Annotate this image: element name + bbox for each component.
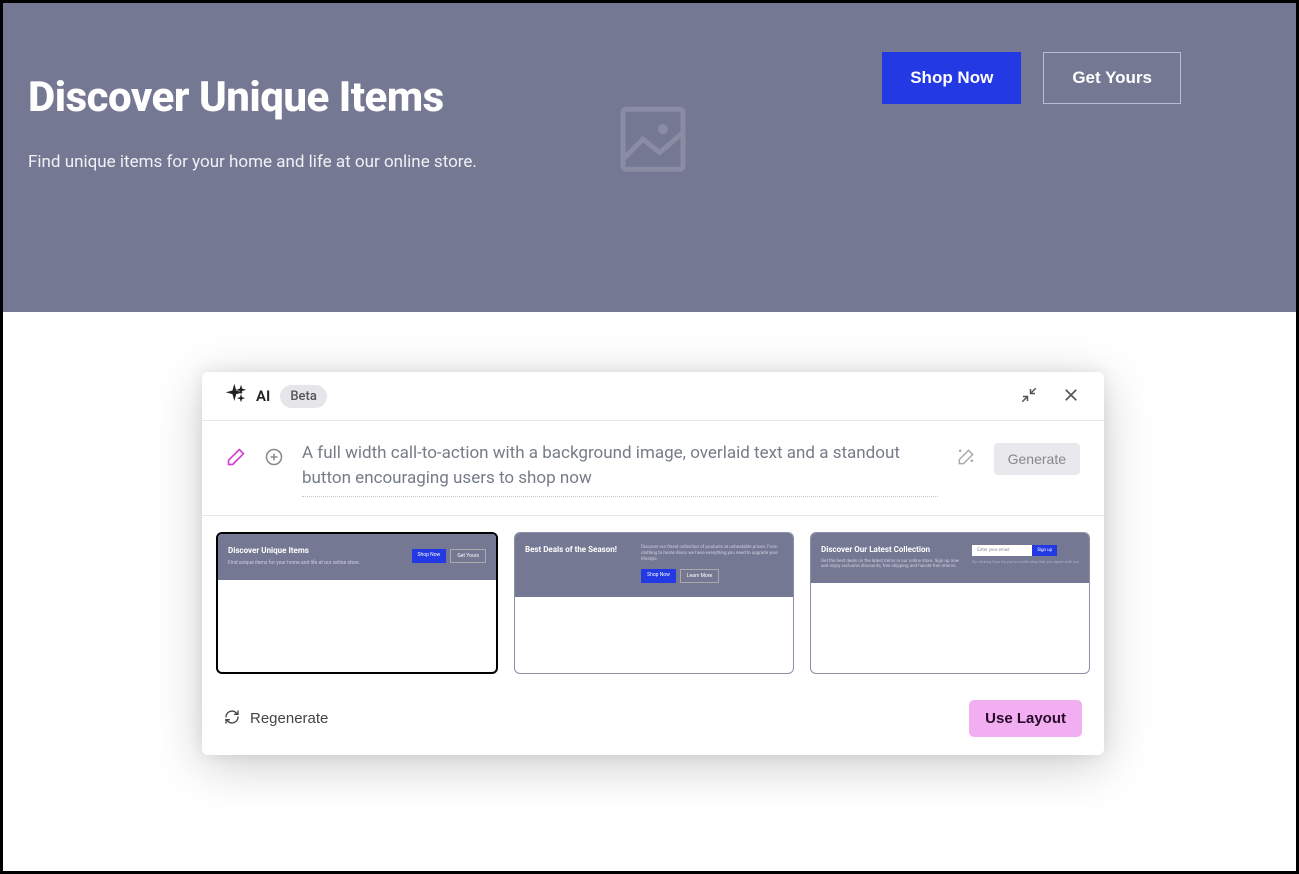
layout-preview: Discover Unique Items Find unique items … (218, 534, 496, 580)
layout-preview: Best Deals of the Season! Discover our f… (515, 533, 793, 597)
shop-now-button[interactable]: Shop Now (882, 52, 1021, 104)
hero-section: Discover Unique Items Find unique items … (3, 3, 1296, 312)
ai-header-right (1020, 386, 1080, 407)
ai-panel-footer: Regenerate Use Layout (202, 690, 1104, 755)
preview-title: Discover Unique Items (228, 546, 360, 555)
regenerate-button[interactable]: Regenerate (224, 709, 328, 729)
layout-option-3[interactable]: Discover Our Latest Collection Get the b… (810, 532, 1090, 674)
minimize-icon (1020, 386, 1038, 407)
preview-primary-btn: Shop Now (412, 549, 447, 563)
ai-label: AI (256, 387, 270, 405)
layout-option-1[interactable]: Discover Unique Items Find unique items … (216, 532, 498, 674)
preview-subtitle: Get the best deals on the latest items i… (821, 559, 962, 569)
prompt-input[interactable]: A full width call-to-action with a backg… (302, 441, 938, 497)
close-button[interactable] (1062, 386, 1080, 407)
preview-subtitle: Find unique items for your home and life… (228, 560, 360, 566)
ai-prompt-row: A full width call-to-action with a backg… (202, 421, 1104, 516)
ai-header-left: AI Beta (226, 384, 327, 408)
preview-subtitle: Discover our finest collection of produc… (641, 545, 783, 563)
layout-preview: Discover Our Latest Collection Get the b… (811, 533, 1089, 583)
layout-option-2[interactable]: Best Deals of the Season! Discover our f… (514, 532, 794, 674)
hero-button-group: Shop Now Get Yours (882, 52, 1181, 104)
use-layout-button[interactable]: Use Layout (969, 700, 1082, 737)
sparkle-icon (226, 384, 246, 408)
preview-submit-btn: Sign up (1032, 545, 1057, 556)
layout-options: Discover Unique Items Find unique items … (202, 516, 1104, 690)
refresh-icon (224, 709, 240, 729)
hero-text-group: Discover Unique Items Find unique items … (28, 73, 477, 172)
ai-panel-header: AI Beta (202, 372, 1104, 421)
plus-circle-icon[interactable] (264, 447, 284, 471)
preview-title: Best Deals of the Season! (525, 545, 617, 555)
image-placeholder-icon (613, 99, 693, 183)
wand-icon[interactable] (956, 447, 976, 471)
preview-title: Discover Our Latest Collection (821, 545, 962, 554)
hero-title: Discover Unique Items (28, 73, 477, 122)
close-icon (1062, 386, 1080, 407)
pencil-icon[interactable] (226, 447, 246, 471)
preview-secondary-btn: Get Yours (450, 549, 486, 563)
generate-button[interactable]: Generate (994, 443, 1080, 475)
get-yours-button[interactable]: Get Yours (1043, 52, 1181, 104)
preview-secondary-btn: Learn More (680, 569, 719, 583)
hero-subtitle: Find unique items for your home and life… (28, 152, 477, 172)
minimize-button[interactable] (1020, 386, 1038, 407)
regenerate-label: Regenerate (250, 710, 328, 727)
beta-badge: Beta (280, 385, 327, 408)
preview-email-input: Enter your email (972, 545, 1032, 556)
preview-primary-btn: Shop Now (641, 569, 676, 583)
preview-note: By clicking Sign Up you're confirming th… (972, 559, 1079, 564)
ai-panel: AI Beta (202, 372, 1104, 755)
